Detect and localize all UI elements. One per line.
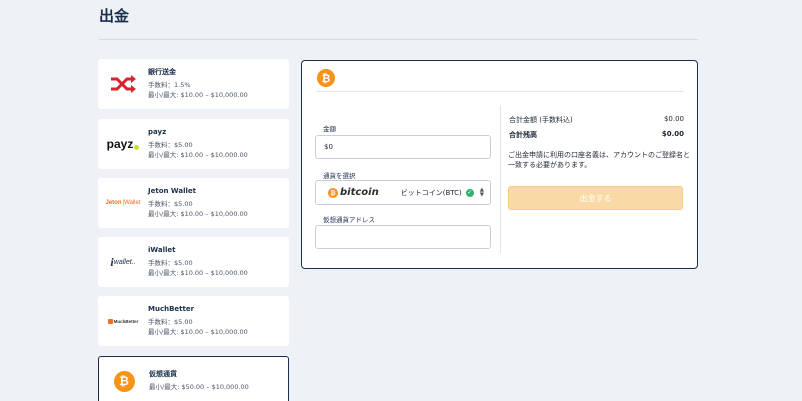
withdraw-button[interactable]: 出金する <box>508 186 683 210</box>
bank-transfer-icon <box>98 74 148 94</box>
account-name-notice: ご出金申請に利用の口座名義は、アカウントのご登録名と一致する必要があります。 <box>508 151 690 169</box>
column-divider <box>500 105 501 253</box>
check-icon: ✓ <box>465 188 474 197</box>
method-fee: 手数料：$5.00 <box>148 259 193 267</box>
balance-row: 合計残高 $0.00 <box>509 130 684 140</box>
method-bank-transfer[interactable]: 銀行送金 手数料：1.5% 最小/最大: $10.00 – $10,000.00 <box>98 59 289 109</box>
withdraw-panel: ₿ 金額 $0 通貨を選択 ₿ bitcoin ビットコイン(BTC) ✓ ▲ ▼… <box>301 60 698 269</box>
bitcoin-icon: ₿ <box>317 69 335 87</box>
bitcoin-icon: ₿ <box>328 187 338 198</box>
balance-label: 合計残高 <box>509 131 537 139</box>
method-name: 銀行送金 <box>148 68 176 76</box>
method-limits: 最小/最大: $50.00 – $10,000.00 <box>149 383 249 391</box>
amount-input[interactable]: $0 <box>315 135 491 159</box>
method-name: payz <box>148 128 167 136</box>
bitcoin-icon: ₿ <box>99 370 149 392</box>
muchbetter-logo: MuchBetter <box>98 318 148 324</box>
method-iwallet[interactable]: i wallet.. iWallet 手数料：$5.00 最小/最大: $10.0… <box>98 237 289 287</box>
currency-select[interactable]: ₿ bitcoin ビットコイン(BTC) ✓ ▲ ▼ <box>315 180 491 205</box>
payz-logo: payz <box>98 137 148 151</box>
iwallet-logo: i wallet.. <box>110 254 136 269</box>
header-divider <box>99 39 698 40</box>
address-label: 仮想通貨アドレス <box>323 216 375 224</box>
method-name: Jeton Wallet <box>148 187 197 195</box>
chevron-updown-icon: ▲ ▼ <box>479 186 484 198</box>
total-amount-value: $0.00 <box>663 115 684 123</box>
method-fee: 手数料：$5.00 <box>148 318 193 326</box>
currency-selected-value: ビットコイン(BTC) <box>400 188 462 197</box>
method-limits: 最小/最大: $10.00 – $10,000.00 <box>148 151 248 159</box>
method-jeton-wallet[interactable]: Jeton | Wallet Jeton Wallet 手数料：$5.00 最小/最… <box>98 178 289 228</box>
method-muchbetter[interactable]: MuchBetter MuchBetter 手数料：$5.00 最小/最大: $… <box>98 296 289 346</box>
currency-label: 通貨を選択 <box>323 172 356 180</box>
method-fee: 手数料：$5.00 <box>148 141 193 149</box>
method-name: iWallet <box>148 246 176 254</box>
bitcoin-wordmark: bitcoin <box>340 187 379 198</box>
method-fee: 手数料：$5.00 <box>148 200 193 208</box>
method-limits: 最小/最大: $10.00 – $10,000.00 <box>148 91 248 99</box>
balance-value: $0.00 <box>661 130 684 138</box>
total-amount-row: 合計金額 (手数料込) $0.00 <box>509 115 684 125</box>
panel-divider <box>316 91 684 92</box>
method-name: MuchBetter <box>148 305 195 313</box>
method-limits: 最小/最大: $10.00 – $10,000.00 <box>148 328 248 336</box>
method-crypto[interactable]: ₿ 仮想通貨 最小/最大: $50.00 – $10,000.00 <box>98 356 289 401</box>
jeton-wallet-logo: Jeton | Wallet <box>105 200 141 206</box>
page-title: 出金 <box>99 7 130 25</box>
amount-label: 金額 <box>323 125 336 133</box>
method-name: 仮想通貨 <box>149 370 177 378</box>
method-payz[interactable]: payz payz 手数料：$5.00 最小/最大: $10.00 – $10,… <box>98 119 289 169</box>
total-amount-label: 合計金額 (手数料込) <box>509 116 573 124</box>
panel-header: ₿ <box>317 69 335 87</box>
method-limits: 最小/最大: $10.00 – $10,000.00 <box>148 269 248 277</box>
crypto-address-input[interactable] <box>315 225 491 249</box>
method-fee: 手数料：1.5% <box>148 81 191 89</box>
method-limits: 最小/最大: $10.00 – $10,000.00 <box>148 210 248 218</box>
